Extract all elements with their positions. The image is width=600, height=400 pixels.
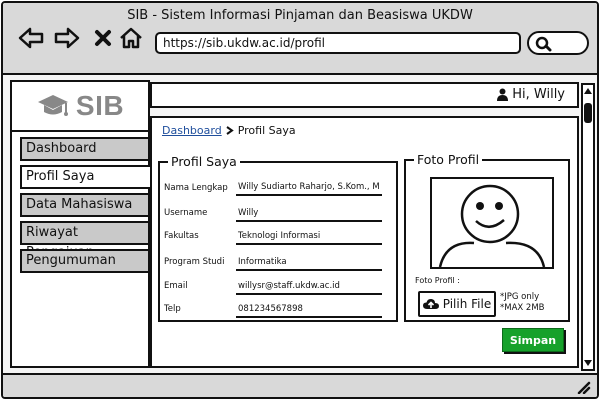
telp-field[interactable]: 081234567898	[236, 304, 382, 318]
profile-legend: Profil Saya	[171, 154, 237, 169]
sidebar-item-pengumuman[interactable]: Pengumuman	[20, 249, 150, 273]
scroll-down-arrow-icon[interactable]	[583, 357, 593, 369]
user-greeting: Hi, Willy	[512, 87, 565, 102]
user-menu[interactable]: Hi, Willy	[497, 87, 565, 102]
status-bar	[3, 373, 597, 397]
url-bar[interactable]: https://sib.ukdw.ac.id/profil	[155, 32, 521, 54]
nama-lengkap-label: Nama Lengkap	[164, 183, 228, 193]
username-label: Username	[164, 208, 208, 218]
sidebar: SIB Dashboard Profil Saya Data Mahasiswa…	[10, 80, 152, 368]
graduation-cap-icon	[37, 95, 68, 116]
sidebar-item-riwayat-pengajuan[interactable]: Riwayat Pengajuan	[20, 221, 150, 260]
fakultas-label: Fakultas	[164, 231, 199, 241]
fakultas-field[interactable]: Teknologi Informasi	[236, 231, 382, 245]
home-icon[interactable]	[117, 25, 145, 51]
jpg-only-note: *JPG only	[500, 292, 540, 302]
foto-legend: Foto Profil	[417, 152, 480, 167]
vertical-scrollbar[interactable]	[581, 83, 595, 371]
scroll-thumb[interactable]	[584, 103, 592, 123]
close-x-icon[interactable]	[89, 25, 117, 51]
logo-text: SIB	[75, 90, 125, 121]
pilih-file-button[interactable]: Pilih File	[418, 291, 496, 317]
program-studi-label: Program Studi	[164, 257, 225, 267]
forward-arrow-icon[interactable]	[53, 25, 81, 51]
browser-window: SIB - Sistem Informasi Pinjaman dan Beas…	[1, 1, 599, 399]
back-arrow-icon[interactable]	[17, 25, 45, 51]
nama-lengkap-field[interactable]: Willy Sudiarto Raharjo, S.Kom., M	[236, 182, 382, 196]
sidebar-item-dashboard[interactable]: Dashboard	[20, 137, 150, 161]
browser-titlebar: SIB - Sistem Informasi Pinjaman dan Beas…	[3, 3, 597, 75]
profile-section: Profil Saya Nama Lengkap Willy Sudiarto …	[158, 154, 398, 322]
breadcrumb: Dashboard Profil Saya	[162, 124, 296, 137]
search-icon	[535, 36, 552, 52]
foto-profil-section: Foto Profil Foto Profil : Pilih File *JP…	[404, 152, 570, 322]
scroll-up-arrow-icon[interactable]	[583, 85, 593, 97]
username-field[interactable]: Willy	[236, 208, 382, 222]
cloud-upload-icon	[422, 298, 439, 309]
window-title: SIB - Sistem Informasi Pinjaman dan Beas…	[127, 8, 473, 23]
sidebar-item-profil-saya[interactable]: Profil Saya	[20, 165, 152, 189]
pilih-file-label: Pilih File	[442, 297, 492, 311]
telp-label: Telp	[164, 304, 181, 314]
max-size-note: *MAX 2MB	[500, 303, 545, 313]
program-studi-field[interactable]: Informatika	[236, 257, 382, 271]
breadcrumb-current: Profil Saya	[237, 124, 296, 137]
sib-logo: SIB	[12, 82, 148, 132]
email-field[interactable]: willysr@staff.ukdw.ac.id	[236, 281, 382, 295]
simpan-button[interactable]: Simpan	[502, 328, 564, 352]
resize-grip-icon[interactable]	[575, 380, 591, 394]
user-icon	[497, 88, 509, 101]
chevron-right-icon	[226, 126, 234, 135]
top-bar: Hi, Willy	[150, 82, 579, 108]
browser-search-box[interactable]	[527, 31, 589, 55]
sidebar-item-data-mahasiswa[interactable]: Data Mahasiswa	[20, 193, 150, 217]
avatar-face-icon	[438, 184, 546, 268]
main-content: Dashboard Profil Saya Profil Saya Nama L…	[150, 116, 579, 368]
email-label: Email	[164, 281, 188, 291]
breadcrumb-dashboard-link[interactable]: Dashboard	[162, 124, 222, 137]
profile-photo-placeholder	[430, 177, 554, 269]
foto-profil-label: Foto Profil :	[415, 276, 460, 285]
